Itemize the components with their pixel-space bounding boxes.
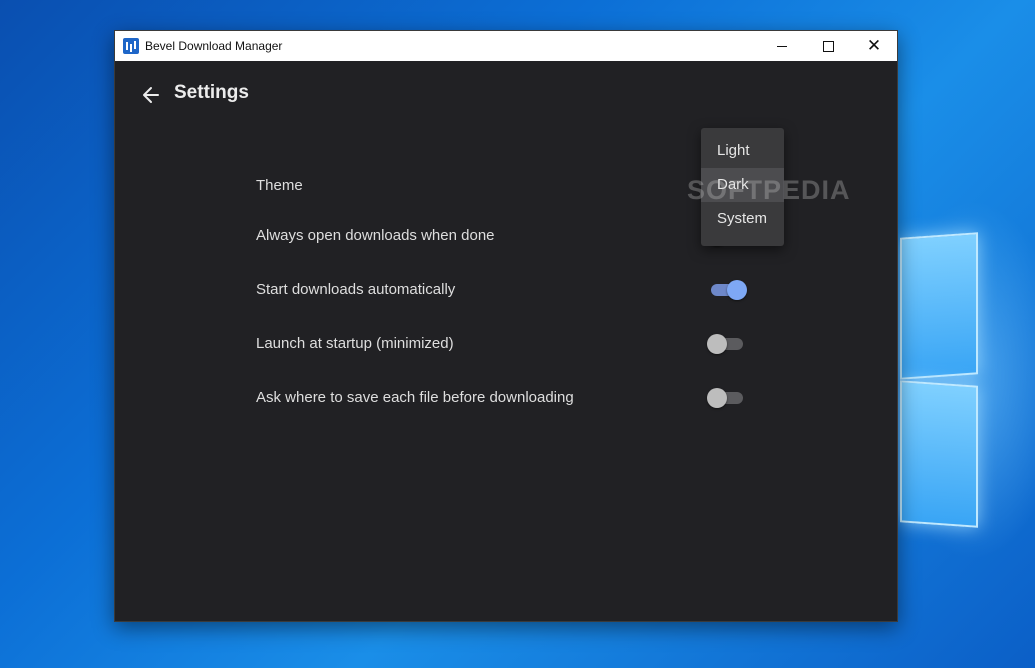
theme-option-system[interactable]: System bbox=[701, 202, 784, 236]
window-title: Bevel Download Manager bbox=[145, 39, 283, 53]
setting-ask-save: Ask where to save each file before downl… bbox=[256, 387, 756, 409]
maximize-button[interactable] bbox=[805, 31, 851, 61]
start-auto-toggle[interactable] bbox=[707, 278, 747, 302]
arrow-left-icon bbox=[143, 87, 159, 103]
setting-start-auto: Start downloads automatically bbox=[256, 279, 756, 301]
app-window: Bevel Download Manager ✕ Settings Theme … bbox=[114, 30, 898, 622]
setting-theme: Theme bbox=[256, 175, 756, 197]
setting-ask-save-label: Ask where to save each file before downl… bbox=[256, 389, 574, 406]
ask-save-toggle[interactable] bbox=[707, 386, 747, 410]
app-icon bbox=[123, 38, 139, 54]
setting-theme-label: Theme bbox=[256, 177, 303, 194]
setting-start-auto-label: Start downloads automatically bbox=[256, 281, 456, 298]
title-bar[interactable]: Bevel Download Manager ✕ bbox=[115, 31, 897, 61]
maximize-icon bbox=[822, 40, 834, 52]
close-button[interactable]: ✕ bbox=[851, 31, 897, 61]
setting-launch-startup: Launch at startup (minimized) bbox=[256, 333, 756, 355]
toggle-thumb bbox=[707, 388, 727, 408]
theme-option-dark[interactable]: Dark bbox=[701, 168, 784, 202]
theme-option-light[interactable]: Light bbox=[701, 134, 784, 168]
windows-logo bbox=[900, 232, 980, 528]
minimize-button[interactable] bbox=[759, 31, 805, 61]
back-button[interactable] bbox=[137, 81, 165, 109]
settings-page: Settings Theme Always open downloads whe… bbox=[115, 61, 897, 621]
minimize-icon bbox=[777, 45, 787, 47]
setting-always-open: Always open downloads when done bbox=[256, 225, 756, 247]
launch-startup-toggle[interactable] bbox=[707, 332, 747, 356]
page-title: Settings bbox=[174, 82, 249, 103]
close-icon: ✕ bbox=[866, 35, 882, 56]
toggle-thumb bbox=[727, 280, 747, 300]
toggle-thumb bbox=[707, 334, 727, 354]
theme-dropdown-menu: Light Dark System bbox=[701, 128, 784, 246]
window-controls: ✕ bbox=[759, 31, 897, 61]
setting-always-open-label: Always open downloads when done bbox=[256, 227, 495, 244]
setting-launch-startup-label: Launch at startup (minimized) bbox=[256, 335, 454, 352]
